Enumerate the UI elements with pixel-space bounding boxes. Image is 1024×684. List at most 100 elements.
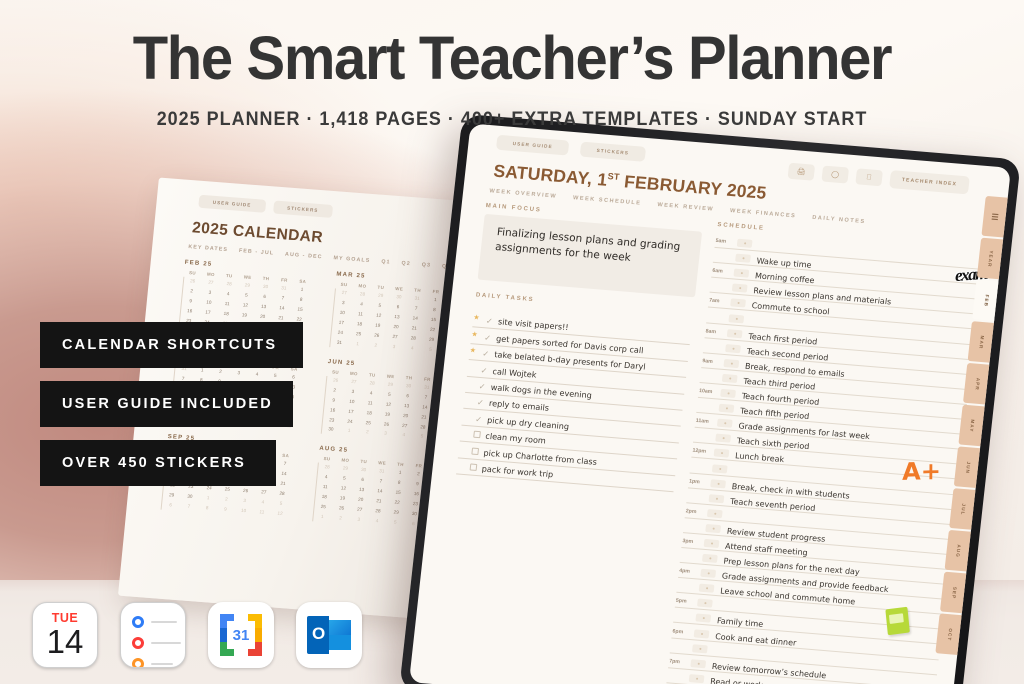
calendar-day-cell[interactable]: 29 <box>238 281 256 291</box>
paper-nav-q2[interactable]: Q2 <box>401 260 411 267</box>
calendar-day-cell[interactable]: 29 <box>336 464 354 474</box>
calendar-day-cell[interactable]: 11 <box>361 398 379 408</box>
schedule-marker-chip[interactable] <box>722 373 739 384</box>
calendar-day-cell[interactable]: 18 <box>350 320 368 330</box>
schedule-marker-chip[interactable] <box>700 568 717 579</box>
schedule-marker-chip[interactable] <box>732 283 748 294</box>
calendar-day-cell[interactable]: 5 <box>380 390 398 400</box>
calendar-day-cell[interactable]: 31 <box>373 467 391 477</box>
calendar-day-cell[interactable]: 24 <box>331 328 349 338</box>
schedule-marker-chip[interactable] <box>710 478 727 489</box>
calendar-day-cell[interactable]: 18 <box>360 408 378 418</box>
schedule-marker-chip[interactable] <box>727 328 744 339</box>
calendar-day-cell[interactable]: 28 <box>353 290 371 300</box>
calendar-day-cell[interactable]: 4 <box>368 517 386 527</box>
calendar-day-cell[interactable]: 28 <box>220 280 238 290</box>
schedule-marker-chip[interactable] <box>704 538 720 549</box>
schedule-marker-chip[interactable] <box>689 673 705 684</box>
calendar-day-cell[interactable]: 27 <box>202 278 220 288</box>
schedule-marker-chip[interactable] <box>718 403 735 414</box>
app-icon-outlook[interactable] <box>296 602 362 668</box>
calendar-day-cell[interactable]: 27 <box>386 332 404 342</box>
calendar-day-cell[interactable]: 8 <box>198 504 216 514</box>
pill-user-guide[interactable]: USER GUIDE <box>495 134 570 156</box>
calendar-day-cell[interactable]: 26 <box>184 277 202 287</box>
calendar-day-cell[interactable]: 13 <box>388 312 406 322</box>
schedule-marker-chip[interactable] <box>702 553 719 564</box>
calendar-day-cell[interactable]: 2 <box>183 287 201 297</box>
main-focus-box[interactable]: Finalizing lesson plans and grading assi… <box>477 213 703 298</box>
calendar-day-cell[interactable]: 20 <box>397 411 415 421</box>
paper-nav-q1[interactable]: Q1 <box>381 259 391 266</box>
calendar-day-cell[interactable]: 16 <box>181 307 199 317</box>
calendar-day-cell[interactable]: 6 <box>399 391 417 401</box>
calendar-day-cell[interactable]: 18 <box>315 493 333 503</box>
schedule-marker-chip[interactable] <box>695 613 712 624</box>
calendar-day-cell[interactable]: 30 <box>400 381 418 391</box>
calendar-day-cell[interactable]: 4 <box>352 300 370 310</box>
calendar-day-cell[interactable]: 5 <box>335 474 353 484</box>
calendar-day-cell[interactable]: 9 <box>325 396 343 406</box>
calendar-day-cell[interactable]: 26 <box>368 331 386 341</box>
calendar-day-cell[interactable]: 10 <box>333 308 351 318</box>
app-icon-apple-reminders[interactable] <box>120 602 186 668</box>
calendar-day-cell[interactable]: 29 <box>372 291 390 301</box>
calendar-day-cell[interactable]: 11 <box>316 483 334 493</box>
calendar-day-cell[interactable]: 27 <box>335 288 353 298</box>
calendar-day-cell[interactable]: 29 <box>381 380 399 390</box>
calendar-day-cell[interactable]: 20 <box>254 312 272 322</box>
calendar-day-cell[interactable]: 1 <box>340 427 358 437</box>
calendar-day-cell[interactable]: 10 <box>200 298 218 308</box>
schedule-marker-chip[interactable] <box>692 643 709 654</box>
calendar-day-cell[interactable]: 30 <box>390 293 408 303</box>
calendar-day-cell[interactable]: 4 <box>254 498 272 508</box>
schedule-marker-chip[interactable] <box>715 433 732 444</box>
tab-week-overview[interactable]: WEEK OVERVIEW <box>489 188 557 200</box>
check-icon[interactable]: ✓ <box>486 317 494 327</box>
calendar-day-cell[interactable]: 28 <box>318 463 336 473</box>
schedule-marker-chip[interactable] <box>730 298 747 309</box>
calendar-day-cell[interactable]: 11 <box>218 299 236 309</box>
calendar-day-cell[interactable]: 12 <box>236 301 254 311</box>
calendar-day-cell[interactable]: 17 <box>332 318 350 328</box>
schedule-marker-chip[interactable] <box>733 268 750 279</box>
checkbox[interactable] <box>471 447 480 455</box>
printer-icon[interactable]: 🖨 <box>787 162 816 181</box>
tab-daily-notes[interactable]: DAILY NOTES <box>812 215 866 225</box>
calendar-day-cell[interactable]: 26 <box>377 420 395 430</box>
calendar-day-cell[interactable]: 23 <box>323 415 341 425</box>
schedule-marker-chip[interactable] <box>712 463 729 474</box>
calendar-day-cell[interactable]: 4 <box>317 473 335 483</box>
calendar-day-cell[interactable]: 15 <box>389 488 407 498</box>
calendar-day-cell[interactable]: 1 <box>313 513 331 523</box>
calendar-day-cell[interactable]: 29 <box>387 508 405 518</box>
paper-tab-stickers[interactable]: STICKERS <box>272 200 333 218</box>
pill-stickers[interactable]: STICKERS <box>579 141 646 162</box>
calendar-day-cell[interactable]: 17 <box>199 308 217 318</box>
calendar-day-cell[interactable]: 2 <box>358 428 376 438</box>
calendar-day-cell[interactable]: 4 <box>395 431 413 441</box>
schedule-marker-chip[interactable] <box>717 418 734 429</box>
calendar-day-cell[interactable]: 26 <box>327 376 345 386</box>
calendar-day-cell[interactable]: 27 <box>345 377 363 387</box>
calendar-day-cell[interactable]: 21 <box>405 324 423 334</box>
calendar-day-cell[interactable]: 19 <box>369 321 387 331</box>
calendar-day-cell[interactable]: 11 <box>253 508 271 518</box>
schedule-marker-chip[interactable] <box>737 238 753 249</box>
calendar-day-cell[interactable]: 2 <box>367 341 385 351</box>
clock-icon[interactable]: ◯ <box>821 165 849 184</box>
schedule-marker-chip[interactable] <box>728 313 745 324</box>
calendar-day-cell[interactable]: 30 <box>256 282 274 292</box>
calendar-day-cell[interactable]: 28 <box>363 379 381 389</box>
tab-week-review[interactable]: WEEK REVIEW <box>657 202 714 213</box>
calendar-day-cell[interactable]: 5 <box>237 291 255 301</box>
calendar-day-cell[interactable]: 12 <box>271 509 289 519</box>
calendar-day-cell[interactable]: 11 <box>351 310 369 320</box>
calendar-day-cell[interactable]: 9 <box>216 505 234 515</box>
calendar-day-cell[interactable]: 30 <box>354 466 372 476</box>
star-icon[interactable]: ★ <box>471 331 480 342</box>
apple-icon[interactable]:  <box>855 168 883 187</box>
tab-week-schedule[interactable]: WEEK SCHEDULE <box>573 195 642 207</box>
calendar-day-cell[interactable]: 31 <box>408 294 426 304</box>
calendar-day-cell[interactable]: 19 <box>333 494 351 504</box>
